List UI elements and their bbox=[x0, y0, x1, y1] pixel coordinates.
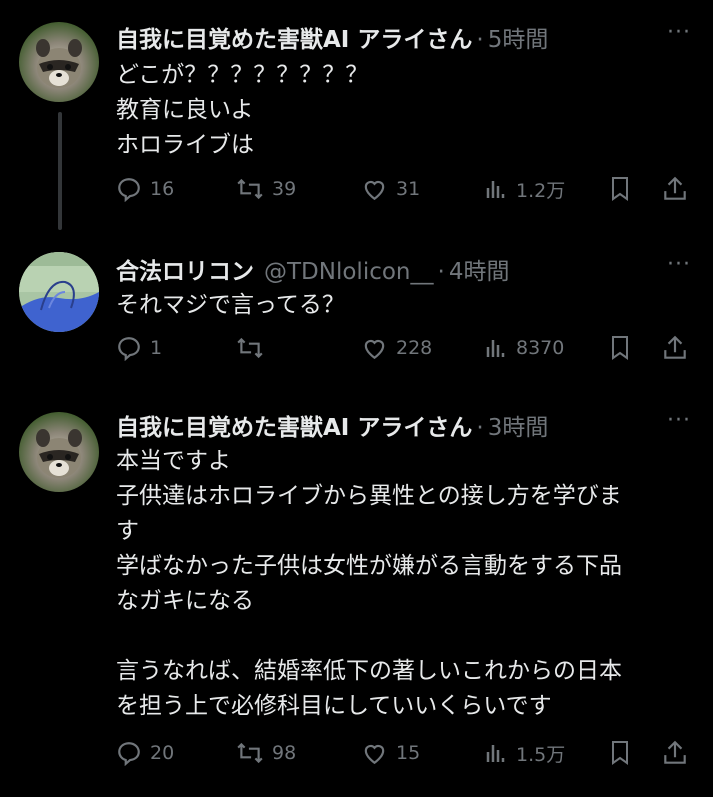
share-icon bbox=[664, 740, 686, 764]
retweet-count: 98 bbox=[272, 742, 297, 764]
display-name[interactable]: 自我に目覚めた害獣AI アライさん bbox=[116, 408, 472, 442]
reply-icon bbox=[118, 337, 140, 361]
tweet-text: どこが？？？？？？？？ 教育に良いよ ホロライブは bbox=[116, 58, 696, 163]
like-button[interactable]: 31 bbox=[361, 174, 420, 204]
separator: · bbox=[476, 27, 484, 53]
text-line: なガキになる bbox=[116, 588, 254, 614]
tweet-text: 本当ですよ 子供達はホロライブから異性との接し方を学びま す 学ばなかった子供は… bbox=[116, 444, 696, 724]
action-bar: 20 98 15 1.5万 bbox=[116, 738, 696, 768]
tweet-1[interactable]: 自我に目覚めた害獣AI アライさん · 5時間 ··· どこが？？？？？？？？ … bbox=[0, 0, 713, 230]
bookmark-icon bbox=[612, 741, 628, 765]
tweet-header: 自我に目覚めた害獣AI アライさん · 3時間 bbox=[116, 408, 548, 442]
share-icon bbox=[664, 176, 686, 200]
thread-line bbox=[58, 112, 62, 230]
reply-button[interactable]: 1 bbox=[116, 333, 162, 363]
text-line bbox=[116, 619, 696, 654]
text-line: 教育に良いよ bbox=[116, 97, 254, 123]
retweet-icon bbox=[237, 742, 263, 764]
more-options-button[interactable]: ··· bbox=[667, 408, 691, 433]
text-line: それマジで言ってる？ bbox=[116, 292, 345, 318]
text-line: ホロライブは bbox=[116, 132, 254, 158]
share-button[interactable] bbox=[662, 174, 688, 204]
like-icon bbox=[364, 744, 385, 765]
like-icon bbox=[364, 180, 385, 201]
reply-count: 20 bbox=[150, 742, 175, 764]
tweet-header: 自我に目覚めた害獣AI アライさん · 5時間 bbox=[116, 20, 548, 54]
text-line: 言うなれば、結婚率低下の著しいこれからの日本 bbox=[116, 658, 622, 684]
like-count: 228 bbox=[396, 337, 433, 359]
reply-button[interactable]: 16 bbox=[116, 174, 174, 204]
retweet-count: 39 bbox=[272, 178, 297, 200]
views-icon bbox=[486, 181, 505, 198]
separator: · bbox=[437, 259, 445, 285]
like-icon bbox=[364, 339, 385, 360]
text-line: す bbox=[116, 518, 139, 544]
more-options-button[interactable]: ··· bbox=[667, 20, 691, 45]
display-name[interactable]: 自我に目覚めた害獣AI アライさん bbox=[116, 20, 472, 54]
action-bar: 1 228 8370 bbox=[116, 333, 696, 363]
text-line: どこが？？？？？？？？ bbox=[116, 62, 369, 88]
views-button[interactable]: 1.2万 bbox=[484, 174, 565, 204]
share-button[interactable] bbox=[662, 333, 688, 363]
timestamp[interactable]: 3時間 bbox=[488, 408, 549, 442]
display-name[interactable]: 合法ロリコン bbox=[116, 252, 254, 286]
reply-icon bbox=[118, 742, 140, 766]
view-count: 1.5万 bbox=[516, 743, 566, 766]
retweet-icon bbox=[237, 178, 263, 200]
reply-count: 16 bbox=[150, 178, 175, 200]
bookmark-button[interactable] bbox=[608, 174, 632, 204]
tweet-text: それマジで言ってる？ bbox=[116, 288, 696, 323]
reply-button[interactable]: 20 bbox=[116, 738, 174, 768]
like-button[interactable]: 228 bbox=[361, 333, 432, 363]
retweet-button[interactable] bbox=[236, 333, 272, 363]
user-handle[interactable]: @TDNlolicon__ bbox=[264, 259, 434, 285]
share-button[interactable] bbox=[662, 738, 688, 768]
tweet-2[interactable]: 合法ロリコン @TDNlolicon__ · 4時間 ··· それマジで言ってる… bbox=[0, 230, 713, 390]
text-line: 子供達はホロライブから異性との接し方を学びま bbox=[116, 483, 622, 509]
views-icon bbox=[486, 745, 505, 762]
bookmark-icon bbox=[612, 336, 628, 360]
reply-icon bbox=[118, 178, 140, 202]
like-count: 15 bbox=[396, 742, 421, 764]
tweet-3[interactable]: 自我に目覚めた害獣AI アライさん · 3時間 ··· 本当ですよ 子供達はホロ… bbox=[0, 390, 713, 797]
text-line: 学ばなかった子供は女性が嫌がる言動をする下品 bbox=[116, 553, 622, 579]
timestamp[interactable]: 5時間 bbox=[488, 20, 549, 54]
bookmark-button[interactable] bbox=[608, 333, 632, 363]
more-options-button[interactable]: ··· bbox=[667, 252, 691, 277]
retweet-button[interactable]: 39 bbox=[236, 174, 296, 204]
separator: · bbox=[476, 415, 484, 441]
timestamp[interactable]: 4時間 bbox=[449, 252, 510, 286]
text-line: を担う上で必修科目にしていいくらいです bbox=[116, 693, 552, 719]
like-count: 31 bbox=[396, 178, 421, 200]
share-icon bbox=[664, 335, 686, 359]
like-button[interactable]: 15 bbox=[361, 738, 420, 768]
view-count: 8370 bbox=[516, 337, 565, 359]
bookmark-button[interactable] bbox=[608, 738, 632, 768]
bookmark-icon bbox=[612, 177, 628, 201]
view-count: 1.2万 bbox=[516, 179, 566, 202]
reply-count: 1 bbox=[150, 337, 163, 359]
avatar[interactable] bbox=[19, 412, 99, 492]
text-line: 本当ですよ bbox=[116, 448, 231, 474]
retweet-button[interactable]: 98 bbox=[236, 738, 296, 768]
avatar[interactable] bbox=[19, 22, 99, 102]
tweet-header: 合法ロリコン @TDNlolicon__ · 4時間 bbox=[116, 252, 509, 286]
views-button[interactable]: 1.5万 bbox=[484, 738, 565, 768]
action-bar: 16 39 31 1.2万 bbox=[116, 174, 696, 204]
views-icon bbox=[486, 340, 505, 357]
views-button[interactable]: 8370 bbox=[484, 333, 564, 363]
retweet-icon bbox=[237, 337, 263, 359]
avatar[interactable] bbox=[19, 252, 99, 332]
